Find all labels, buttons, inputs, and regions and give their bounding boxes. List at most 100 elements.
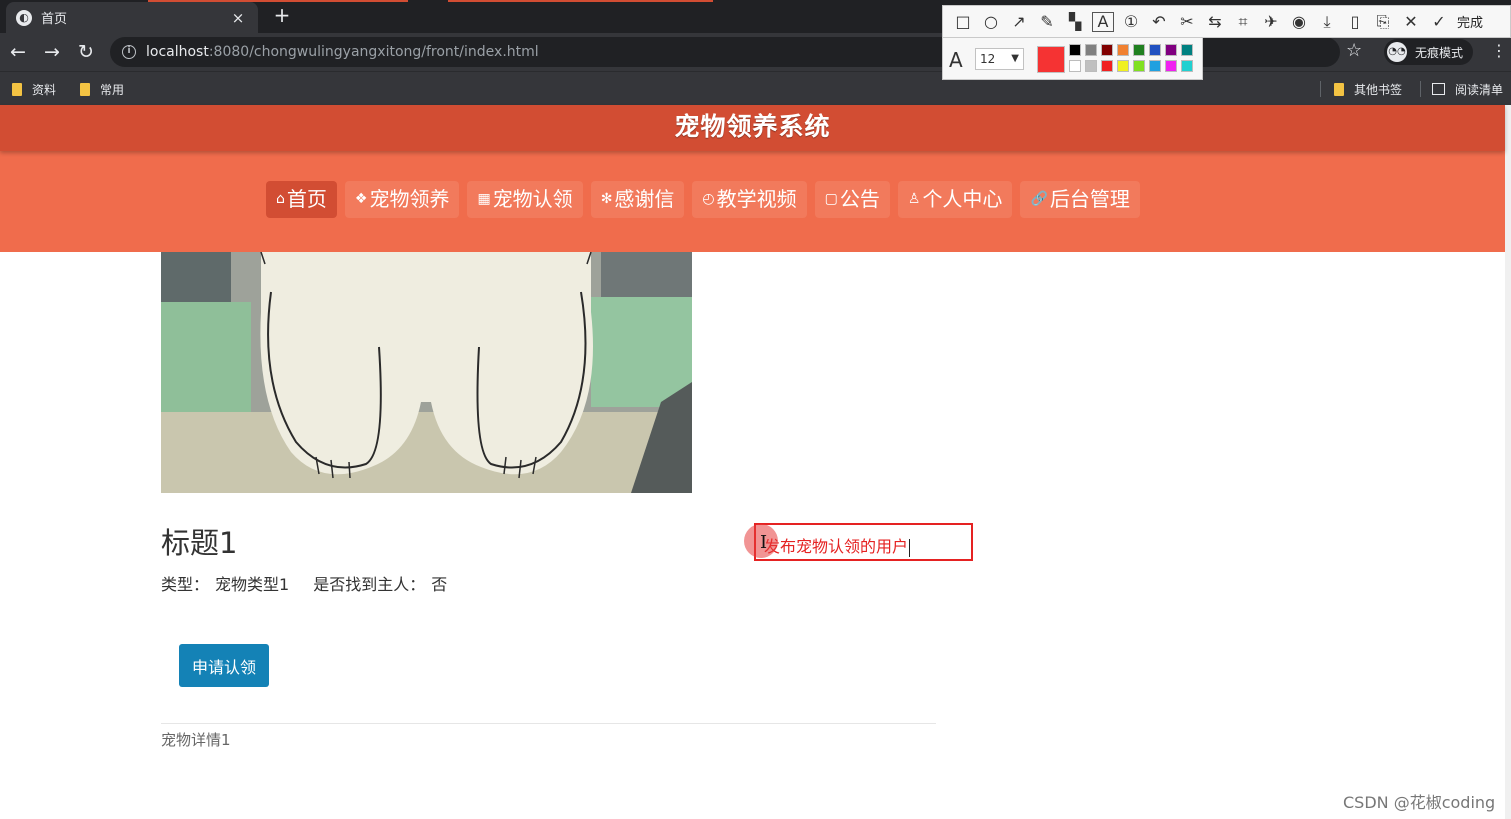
content-divider (161, 723, 936, 724)
bookmark-folder-ziliao[interactable]: 资料 (12, 79, 56, 99)
nav-item-7[interactable]: 🔗 后台管理 (1020, 181, 1140, 218)
reload-icon[interactable]: ↻ (73, 39, 99, 65)
forward-arrow-icon[interactable]: → (39, 39, 65, 65)
color-swatch[interactable] (1117, 60, 1129, 72)
incognito-icon: ◔◔ (1387, 42, 1407, 62)
color-swatch[interactable] (1181, 60, 1193, 72)
star-icon[interactable]: ☆ (1346, 41, 1362, 61)
current-color-swatch[interactable] (1037, 46, 1065, 73)
bookmark-folder-changyong[interactable]: 常用 (80, 79, 124, 99)
color-swatch[interactable] (1149, 60, 1161, 72)
found-owner-label: 是否找到主人： (313, 575, 426, 594)
globe-icon: ◐ (16, 9, 32, 26)
color-swatch[interactable] (1181, 44, 1193, 56)
tab-close-icon[interactable]: × (228, 9, 248, 27)
download-icon[interactable]: ⤓ (1313, 9, 1341, 35)
color-swatch[interactable] (1085, 60, 1097, 72)
bookmark-separator (1420, 81, 1421, 97)
type-value: 宠物类型1 (215, 575, 290, 594)
color-swatch[interactable] (1149, 44, 1161, 56)
bookmark-label: 常用 (100, 82, 125, 97)
folder-icon (1334, 82, 1344, 96)
close-icon[interactable]: ✕ (1397, 9, 1425, 35)
font-size-value: 12 (980, 52, 996, 66)
folder-icon (12, 82, 22, 96)
color-swatch[interactable] (1165, 44, 1177, 56)
reading-list-button[interactable]: 阅读清单 (1432, 79, 1503, 99)
color-swatch[interactable] (1133, 44, 1145, 56)
color-swatch[interactable] (1069, 44, 1081, 56)
url-path: :8080/chongwulingyangxitong/front/index.… (208, 44, 539, 60)
color-swatch[interactable] (1165, 60, 1177, 72)
pencil-icon[interactable]: ✎ (1033, 9, 1061, 35)
ellipse-icon[interactable]: ○ (977, 9, 1005, 35)
nav-icon: ◴ (702, 191, 715, 207)
color-swatch[interactable] (1101, 44, 1113, 56)
apply-claim-button[interactable]: 申请认领 (179, 644, 269, 687)
translate-icon[interactable]: ⇆ (1201, 9, 1229, 35)
nav-label: 个人中心 (922, 187, 1003, 211)
color-swatch[interactable] (1085, 44, 1097, 56)
watermark: CSDN @花椒coding (1343, 793, 1496, 812)
bookmark-icon[interactable]: ⎘ (1369, 9, 1397, 35)
mosaic-icon[interactable]: ▚ (1061, 9, 1089, 35)
annotation-done-button[interactable]: 完成 (1457, 12, 1483, 31)
nav-item-6[interactable]: ♙ 个人中心 (897, 181, 1013, 218)
text-caret (909, 538, 911, 557)
ibeam-cursor-icon: I (760, 532, 768, 553)
nav-item-5[interactable]: ▢ 公告 (814, 181, 890, 218)
save-icon[interactable]: ▯ (1341, 9, 1369, 35)
nav-item-1[interactable]: ❖ 宠物领养 (344, 181, 460, 218)
nav-label: 首页 (286, 187, 327, 211)
incognito-badge[interactable]: ◔◔ 无痕模式 (1384, 39, 1474, 65)
annotation-text-box[interactable]: 发布宠物认领的用户 (754, 523, 973, 561)
browser-toolbar: ← → ↻ i localhost:8080/chongwulingyangxi… (0, 33, 1511, 71)
browser-tab-home[interactable]: ◐ 首页 × (6, 2, 258, 33)
font-size-icon: A (949, 48, 963, 72)
nav-label: 感谢信 (614, 187, 675, 211)
undo-icon[interactable]: ↶ (1145, 9, 1173, 35)
nav-icon: ▢ (824, 191, 838, 207)
nav-label: 后台管理 (1049, 187, 1130, 211)
main-navigation: ⌂ 首页 ❖ 宠物领养 ▦ 宠物认领 ✻ 感谢信 ◴ 教学视频 ▢ 公告 ♙ 个人中心 🔗 后台管理 (0, 151, 1505, 252)
info-icon[interactable]: i (122, 45, 136, 59)
nav-list: ⌂ 首页 ❖ 宠物领养 ▦ 宠物认领 ✻ 感谢信 ◴ 教学视频 ▢ 公告 ♙ 个人中心 🔗 后台管理 (266, 181, 1140, 218)
nav-item-3[interactable]: ✻ 感谢信 (590, 181, 685, 218)
pin-icon[interactable]: ✈ (1257, 9, 1285, 35)
bookmark-label: 阅读清单 (1455, 82, 1504, 97)
pet-description: 宠物详情1 (161, 731, 231, 749)
nav-item-0[interactable]: ⌂ 首页 (266, 181, 337, 218)
menu-kebab-icon[interactable]: ⋮ (1491, 41, 1507, 61)
nav-item-4[interactable]: ◴ 教学视频 (692, 181, 807, 218)
rectangle-icon[interactable]: □ (949, 9, 977, 35)
pet-meta: 类型： 宠物类型1 是否找到主人： 否 (161, 571, 447, 595)
cut-icon[interactable]: ✂ (1173, 9, 1201, 35)
nav-label: 宠物领养 (369, 187, 450, 211)
color-swatch[interactable] (1117, 44, 1129, 56)
ocr-icon[interactable]: ⌗ (1229, 9, 1257, 35)
color-swatch[interactable] (1069, 60, 1081, 72)
reading-list-icon (1432, 83, 1445, 95)
annotation-text[interactable]: 发布宠物认领的用户 (764, 533, 911, 557)
number-icon[interactable]: ① (1117, 9, 1145, 35)
annotation-toolbar: □ ○ ↗ ✎ ▚ A ① ↶ ✂ ⇆ ⌗ ✈ ◉ ⤓ ▯ ⎘ ✕ ✓ 完成 (942, 5, 1511, 38)
bookmark-label: 其他书签 (1354, 82, 1403, 97)
back-arrow-icon[interactable]: ← (5, 39, 31, 65)
record-icon[interactable]: ◉ (1285, 9, 1313, 35)
nav-label: 教学视频 (716, 187, 797, 211)
color-swatch[interactable] (1133, 60, 1145, 72)
font-size-select[interactable]: 12 ▼ (975, 48, 1024, 70)
text-icon[interactable]: A (1089, 9, 1117, 35)
color-swatch[interactable] (1101, 60, 1113, 72)
pet-illustration (161, 252, 692, 493)
page-scrollbar[interactable] (1505, 105, 1511, 819)
tab-title: 首页 (41, 12, 68, 27)
pet-title: 标题1 (161, 526, 238, 560)
bookmark-folder-other[interactable]: 其他书签 (1334, 79, 1402, 99)
pet-image (161, 252, 692, 493)
tab-accent-line (448, 0, 713, 2)
new-tab-button[interactable]: + (270, 4, 294, 28)
arrow-icon[interactable]: ↗ (1005, 9, 1033, 35)
check-icon[interactable]: ✓ (1425, 9, 1453, 35)
nav-item-2[interactable]: ▦ 宠物认领 (467, 181, 583, 218)
